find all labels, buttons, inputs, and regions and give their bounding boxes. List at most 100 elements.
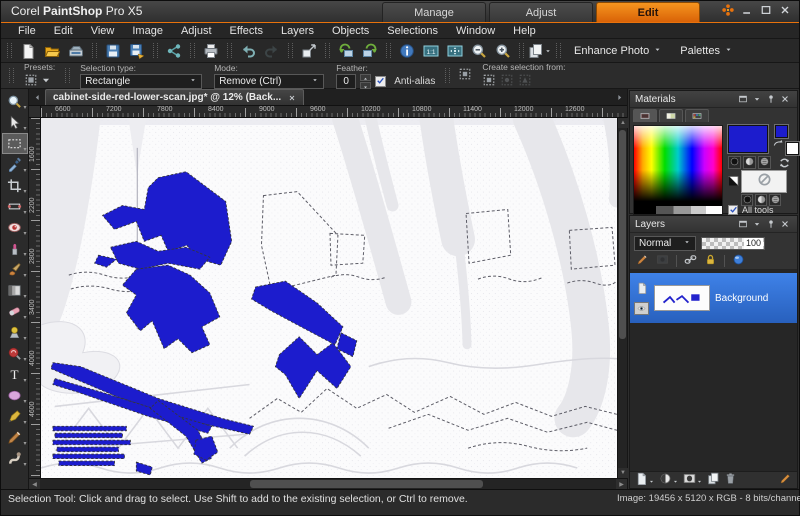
redo-icon[interactable] [260, 40, 284, 61]
undo-icon[interactable] [236, 40, 260, 61]
red-eye-tool[interactable]: ▾ [2, 217, 28, 238]
materials-menu-icon[interactable] [736, 93, 750, 106]
create-from-mask-button[interactable] [500, 73, 514, 90]
makeover-tool[interactable]: ▾ [2, 238, 28, 259]
actual-size-icon[interactable]: 1:1 [419, 40, 443, 61]
options-grip[interactable] [9, 68, 14, 83]
swap-colors-icon[interactable] [772, 136, 784, 148]
open-icon[interactable] [40, 40, 64, 61]
create-from-vector-button[interactable] [482, 73, 496, 90]
close-button[interactable] [776, 4, 794, 20]
menu-help[interactable]: Help [504, 25, 545, 37]
corel-badge-icon[interactable] [719, 4, 737, 20]
new-icon[interactable] [16, 40, 40, 61]
menu-objects[interactable]: Objects [323, 25, 378, 37]
resize-icon[interactable] [297, 40, 321, 61]
maximize-button[interactable] [757, 4, 775, 20]
tab-scroll-left-icon[interactable] [29, 90, 45, 105]
selection-type-dropdown[interactable]: Rectangle [80, 74, 202, 89]
swatches-tab[interactable] [685, 109, 709, 122]
toolbar-grip[interactable] [7, 43, 12, 58]
layer-row-background[interactable]: Background [630, 273, 797, 323]
scan-icon[interactable] [64, 40, 88, 61]
menu-edit[interactable]: Edit [45, 25, 82, 37]
layers-close-icon[interactable] [778, 218, 792, 231]
feather-spin-down[interactable] [360, 82, 371, 89]
pen-tool[interactable]: ▾ [2, 406, 28, 427]
color-picker[interactable] [633, 125, 723, 215]
edit-selection-icon[interactable] [636, 253, 649, 269]
zoom-out-icon[interactable] [467, 40, 491, 61]
eraser-tool[interactable]: ▾ [2, 301, 28, 322]
preset-shape-tool[interactable]: ▾ [2, 385, 28, 406]
selection-tool[interactable]: ▾ [2, 133, 28, 154]
fit-window-icon[interactable] [443, 40, 467, 61]
scroll-left-icon[interactable]: ◀ [29, 479, 40, 489]
gradient-tool[interactable]: ▾ [2, 280, 28, 301]
frame-tab[interactable] [633, 109, 657, 122]
document-close-icon[interactable] [288, 90, 296, 105]
custom-selection-button[interactable] [458, 67, 472, 84]
all-tools-checkbox[interactable] [728, 205, 738, 215]
options-grip2[interactable] [65, 68, 70, 83]
feather-input[interactable]: 0 [336, 74, 356, 89]
info-icon[interactable] [395, 40, 419, 61]
opacity-slider[interactable]: 100 [701, 237, 765, 250]
fg-color-style-icon[interactable] [728, 156, 741, 169]
grayscale-strip[interactable] [634, 206, 722, 214]
zoom-in-icon[interactable] [491, 40, 515, 61]
vertical-scroll-thumb[interactable] [619, 130, 626, 339]
layer-thumbnail[interactable] [654, 285, 710, 311]
menu-adjust[interactable]: Adjust [172, 25, 221, 37]
zoom-tool[interactable]: ▾ [2, 91, 28, 112]
picture-tube-tool[interactable]: ▾ [2, 322, 28, 343]
layers-caret-icon[interactable] [750, 218, 764, 231]
menu-view[interactable]: View [82, 25, 124, 37]
smudge-tool[interactable]: ▾ [2, 448, 28, 469]
scroll-down-icon[interactable]: ▼ [618, 468, 628, 478]
materials-caret-icon[interactable] [750, 93, 764, 106]
menu-window[interactable]: Window [447, 25, 504, 37]
materials-close-icon[interactable] [778, 93, 792, 106]
save-as-icon[interactable] [125, 40, 149, 61]
scroll-right-icon[interactable]: ▶ [616, 479, 627, 489]
horizontal-scrollbar[interactable]: ◀ ▶ [29, 478, 627, 489]
airbrush-tool[interactable]: ▾ [2, 427, 28, 448]
layer-visibility-icon[interactable] [634, 302, 649, 315]
swap-materials-icon[interactable] [777, 155, 792, 170]
rotate-left-icon[interactable] [334, 40, 358, 61]
options-grip3[interactable] [445, 68, 450, 83]
link-layers-icon[interactable] [684, 253, 697, 269]
create-from-opacity-button[interactable] [518, 73, 532, 90]
transparent-swatch[interactable] [741, 170, 787, 193]
menu-image[interactable]: Image [123, 25, 172, 37]
tab-scroll-right-icon[interactable] [611, 90, 627, 105]
print-icon[interactable] [199, 40, 223, 61]
menu-effects[interactable]: Effects [221, 25, 272, 37]
canvas[interactable] [41, 118, 617, 478]
scratch-remover-tool[interactable]: ▾ [2, 343, 28, 364]
menu-file[interactable]: File [9, 25, 45, 37]
blend-mode-dropdown[interactable]: Normal [634, 236, 696, 251]
share-icon[interactable] [162, 40, 186, 61]
duplicate-layer-icon[interactable] [707, 472, 720, 488]
menu-selections[interactable]: Selections [378, 25, 447, 37]
delete-layer-icon[interactable] [724, 472, 737, 488]
scroll-up-icon[interactable]: ▲ [618, 118, 628, 128]
vertical-scrollbar[interactable]: ▲ ▼ [617, 118, 627, 478]
bw-swatch-icon[interactable] [728, 173, 739, 184]
dropper-tool[interactable]: ▾ [2, 154, 28, 175]
new-layer-icon[interactable] [635, 472, 655, 488]
rotate-right-icon[interactable] [358, 40, 382, 61]
background-mini-swatch[interactable] [786, 142, 799, 155]
palettes-button[interactable]: Palettes [671, 40, 742, 61]
tab-edit[interactable]: Edit [596, 2, 700, 22]
anti-alias-checkbox[interactable] [375, 76, 386, 87]
materials-pin-icon[interactable] [764, 93, 778, 106]
new-mask-layer-icon[interactable] [683, 472, 703, 488]
layers-menu-icon[interactable] [736, 218, 750, 231]
tab-adjust[interactable]: Adjust [489, 2, 593, 22]
pick-tool[interactable]: ▾ [2, 112, 28, 133]
presets-button[interactable] [24, 73, 53, 90]
save-icon[interactable] [101, 40, 125, 61]
